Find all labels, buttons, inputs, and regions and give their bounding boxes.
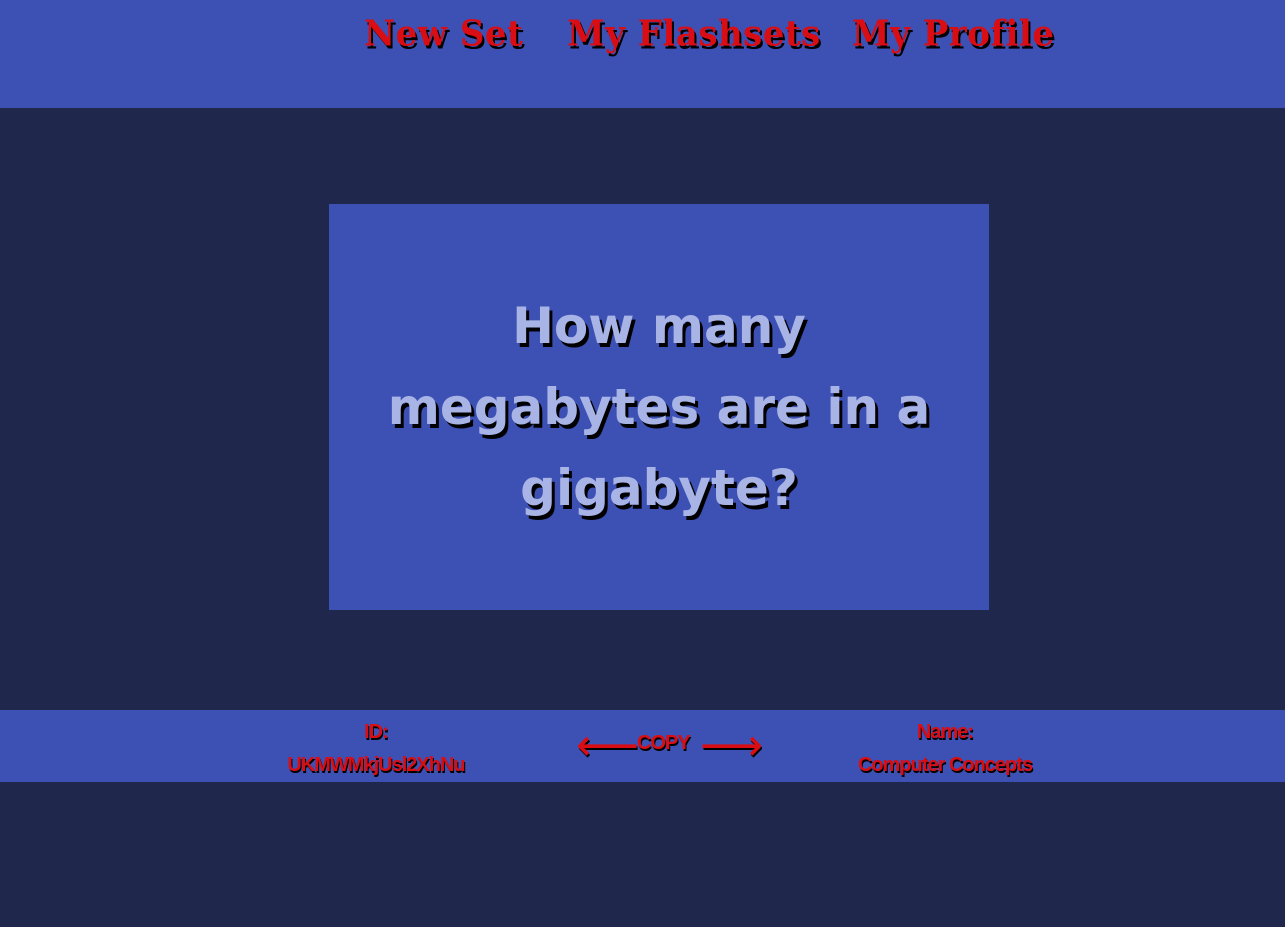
copy-button[interactable]: COPY [637, 732, 691, 755]
set-name-value: Computer Concepts [857, 754, 1033, 776]
set-id-label: ID: [364, 721, 389, 743]
nav-my-flashsets-link[interactable]: My Flashsets [567, 13, 821, 55]
previous-card-arrow-icon[interactable]: ⟵ [576, 724, 639, 768]
next-card-arrow-icon[interactable]: ⟶ [700, 724, 763, 768]
top-navigation-bar: New Set My Flashsets My Profile [0, 0, 1285, 108]
nav-my-profile-link[interactable]: My Profile [852, 13, 1054, 55]
flashcard-question-text: How many megabytes are in a gigabyte? [387, 296, 931, 517]
flashcard[interactable]: How many megabytes are in a gigabyte? [329, 204, 989, 610]
set-id-block: ID: UKMWMkjUsl2XhNu [276, 716, 476, 782]
flashset-info-bar: ID: UKMWMkjUsl2XhNu ⟵ COPY ⟶ Name: Compu… [0, 710, 1285, 782]
nav-new-set-link[interactable]: New Set [364, 13, 523, 55]
set-id-value: UKMWMkjUsl2XhNu [287, 754, 465, 776]
set-name-label: Name: [916, 721, 974, 743]
set-name-block: Name: Computer Concepts [840, 716, 1050, 782]
